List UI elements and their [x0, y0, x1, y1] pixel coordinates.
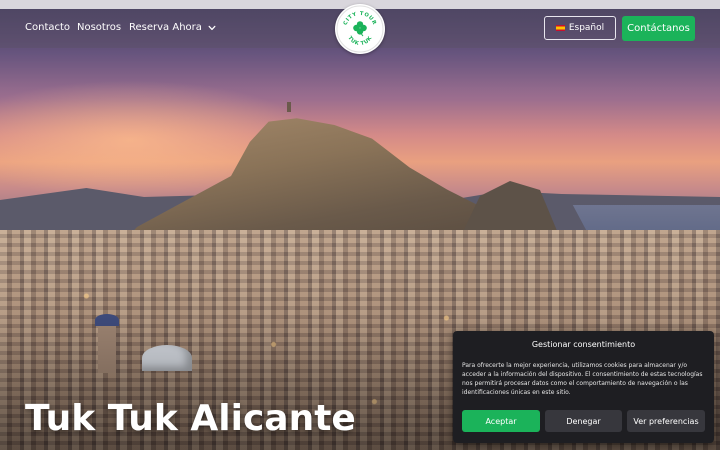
- nav-nosotros-link[interactable]: Nosotros: [77, 22, 121, 33]
- cookie-consent-panel: Gestionar consentimiento Para ofrecerte …: [453, 331, 714, 443]
- cookie-title: Gestionar consentimiento: [531, 340, 636, 349]
- language-label: Español: [568, 23, 605, 33]
- nav-reserva-dropdown[interactable]: Reserva Ahora: [129, 22, 216, 33]
- nav-reserva-label: Reserva Ahora: [129, 22, 202, 33]
- cookie-description: Para ofrecerte la mejor experiencia, uti…: [462, 362, 703, 396]
- deny-cookies-button[interactable]: Denegar: [545, 410, 622, 432]
- logo-badge: CITY TOUR TUK TUK: [336, 5, 384, 53]
- chevron-down-icon: [208, 25, 216, 30]
- nav-contacto-link[interactable]: Contacto: [25, 22, 70, 33]
- hero-title: Tuk Tuk Alicante: [25, 398, 356, 439]
- contact-button[interactable]: Contáctanos: [622, 16, 695, 41]
- accept-cookies-button[interactable]: Aceptar: [462, 410, 540, 432]
- view-preferences-button[interactable]: Ver preferencias: [627, 410, 705, 432]
- spain-flag-icon: [555, 25, 565, 31]
- language-selector-button[interactable]: Español: [544, 16, 616, 40]
- site-logo[interactable]: CITY TOUR TUK TUK: [335, 4, 385, 54]
